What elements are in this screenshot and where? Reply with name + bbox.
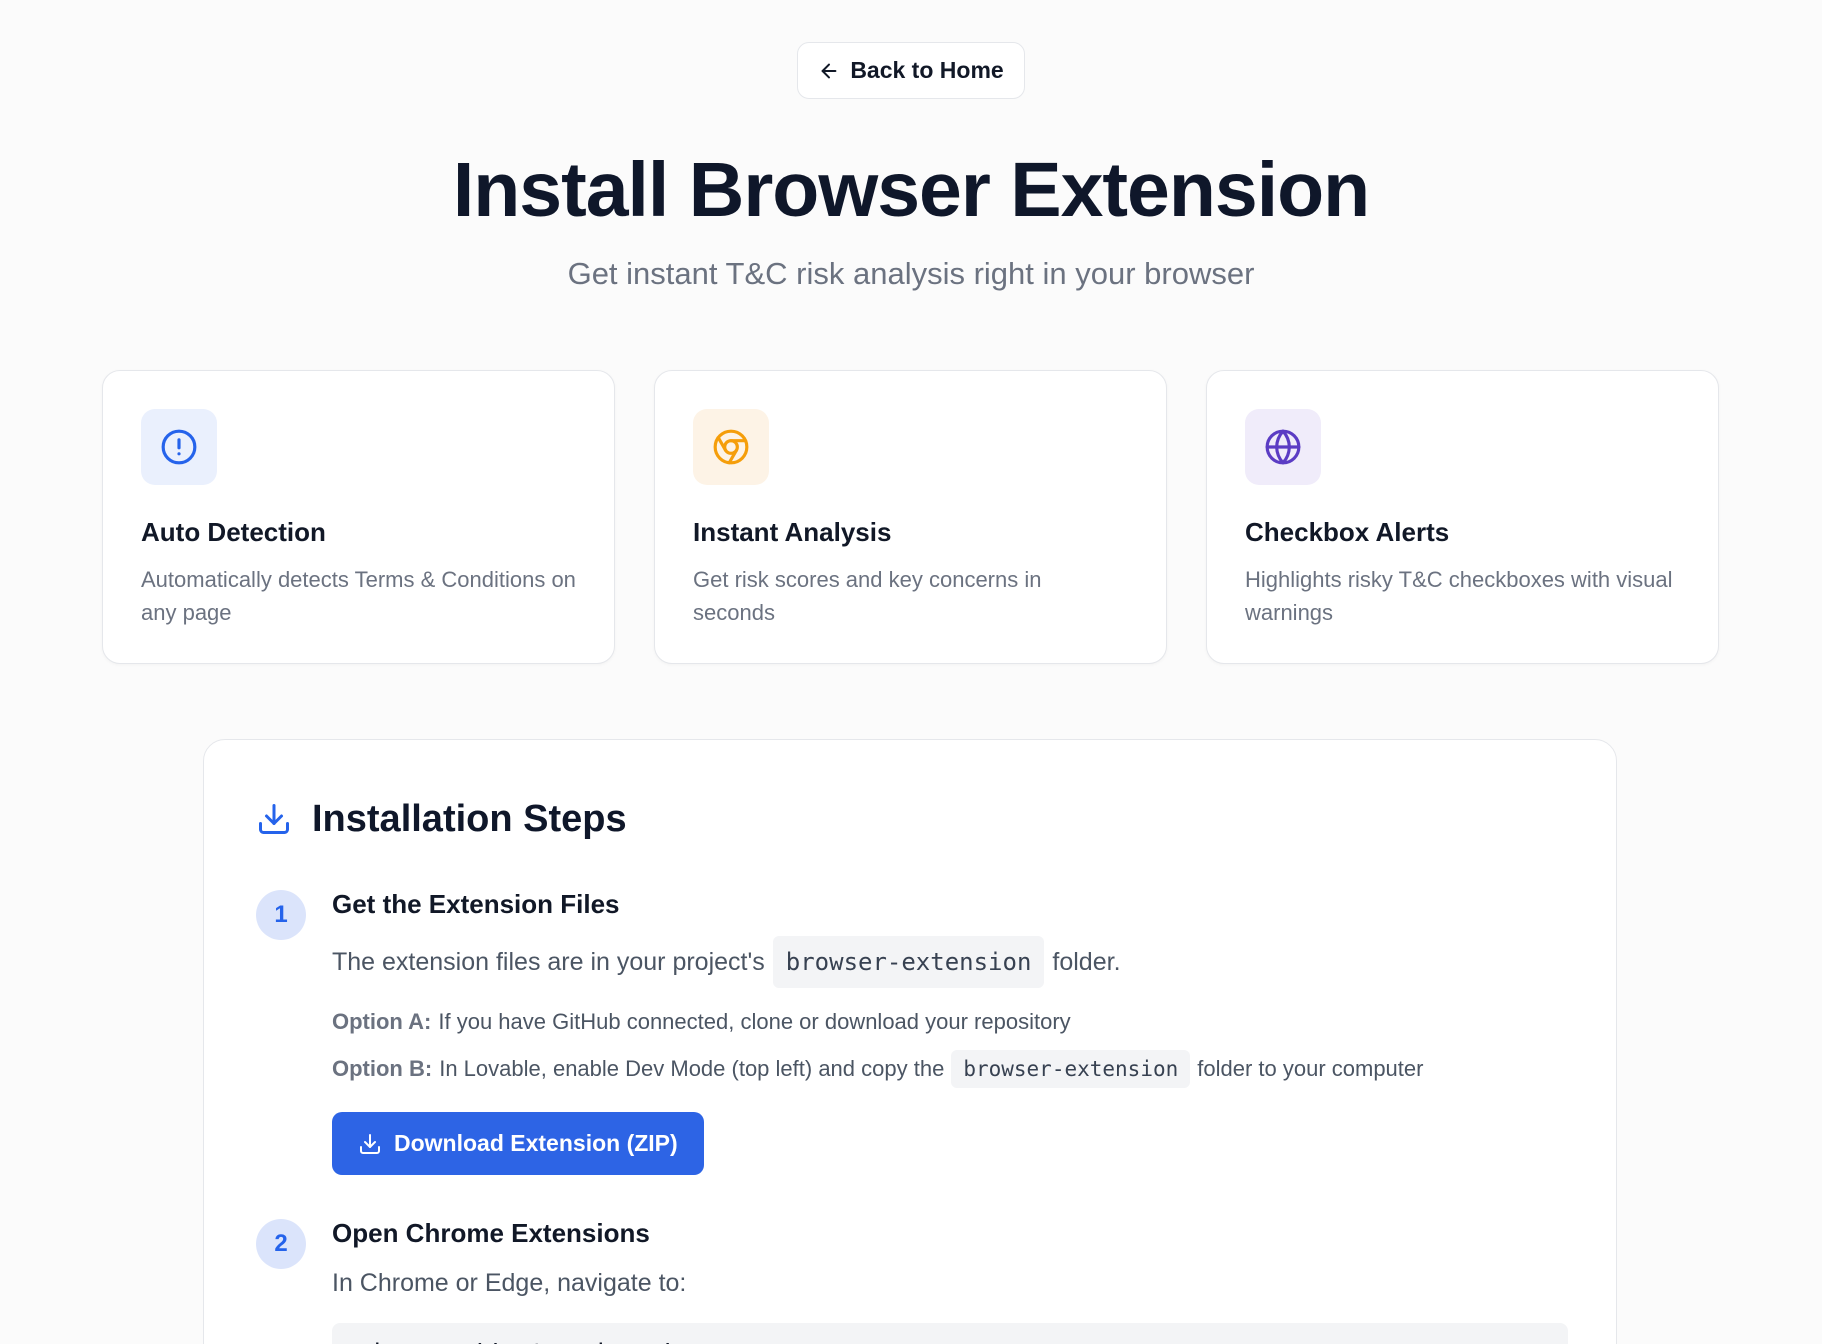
chrome-icon bbox=[713, 429, 749, 465]
page-title: Install Browser Extension bbox=[452, 147, 1370, 233]
step-number-badge: 2 bbox=[256, 1219, 306, 1269]
arrow-left-icon bbox=[821, 63, 837, 78]
feature-title: Checkbox Alerts bbox=[1245, 517, 1450, 547]
download-icon bbox=[360, 1133, 380, 1154]
folder-code: browser-extension bbox=[951, 1050, 1191, 1088]
feature-description: Get risk scores and key concerns in seco… bbox=[693, 567, 1042, 625]
feature-icon-box bbox=[693, 409, 769, 485]
step-number-badge: 1 bbox=[256, 890, 306, 940]
step-text-after: folder. bbox=[1052, 948, 1121, 976]
option-a-text: If you have GitHub connected, clone or d… bbox=[438, 1009, 1071, 1034]
installation-steps-header: Installation Steps bbox=[256, 792, 1564, 846]
globe-icon bbox=[1265, 429, 1301, 465]
installation-steps-card: Installation Steps 1 Get the Extension F… bbox=[203, 739, 1617, 1344]
installation-steps-title: Installation Steps bbox=[312, 797, 627, 840]
install-extension-page: Back to Home Install Browser Extension G… bbox=[0, 0, 1822, 1344]
step-title: Get the Extension Files bbox=[332, 889, 620, 919]
step-1: 1 Get the Extension Files The extension … bbox=[256, 886, 1564, 1175]
option-b-text-after: folder to your computer bbox=[1197, 1056, 1424, 1081]
extensions-url-code[interactable]: chrome://extensions/ bbox=[332, 1323, 1568, 1344]
feature-card-instant-analysis: Instant Analysis Get risk scores and key… bbox=[654, 370, 1167, 664]
feature-icon-box bbox=[1245, 409, 1321, 485]
download-icon bbox=[259, 804, 289, 834]
option-a: Option A: If you have GitHub connected, … bbox=[332, 1006, 1564, 1038]
download-extension-button[interactable]: Download Extension (ZIP) bbox=[332, 1112, 704, 1175]
option-a-label: Option A: bbox=[332, 1009, 432, 1034]
option-b-text-before: In Lovable, enable Dev Mode (top left) a… bbox=[439, 1056, 945, 1081]
download-extension-label: Download Extension (ZIP) bbox=[394, 1130, 678, 1156]
feature-title: Auto Detection bbox=[141, 517, 326, 547]
step-text: The extension files are in your project'… bbox=[332, 936, 1564, 988]
feature-cards: Auto Detection Automatically detects Ter… bbox=[102, 370, 1719, 664]
back-nav: Back to Home bbox=[0, 42, 1822, 99]
step-text-before: The extension files are in your project'… bbox=[332, 948, 765, 976]
feature-description: Automatically detects Terms & Conditions… bbox=[141, 567, 576, 625]
feature-card-auto-detection: Auto Detection Automatically detects Ter… bbox=[102, 370, 615, 664]
option-b: Option B: In Lovable, enable Dev Mode (t… bbox=[332, 1050, 1564, 1088]
feature-title: Instant Analysis bbox=[693, 517, 892, 547]
step-body: Get the Extension Files The extension fi… bbox=[332, 886, 1564, 1175]
alert-circle-icon bbox=[161, 429, 197, 465]
step-2: 2 Open Chrome Extensions In Chrome or Ed… bbox=[256, 1215, 1568, 1344]
feature-description: Highlights risky T&C checkboxes with vis… bbox=[1245, 567, 1673, 625]
back-to-home-button[interactable]: Back to Home bbox=[797, 42, 1025, 99]
page-subtitle: Get instant T&C risk analysis right in y… bbox=[567, 256, 1255, 291]
step-text: In Chrome or Edge, navigate to: bbox=[332, 1269, 687, 1297]
folder-code: browser-extension bbox=[772, 936, 1045, 988]
feature-icon-box bbox=[141, 409, 217, 485]
step-body: Open Chrome Extensions In Chrome or Edge… bbox=[332, 1215, 1568, 1344]
step-title: Open Chrome Extensions bbox=[332, 1218, 650, 1248]
back-to-home-label: Back to Home bbox=[850, 57, 1004, 83]
option-b-label: Option B: bbox=[332, 1056, 433, 1081]
feature-card-checkbox-alerts: Checkbox Alerts Highlights risky T&C che… bbox=[1206, 370, 1719, 664]
